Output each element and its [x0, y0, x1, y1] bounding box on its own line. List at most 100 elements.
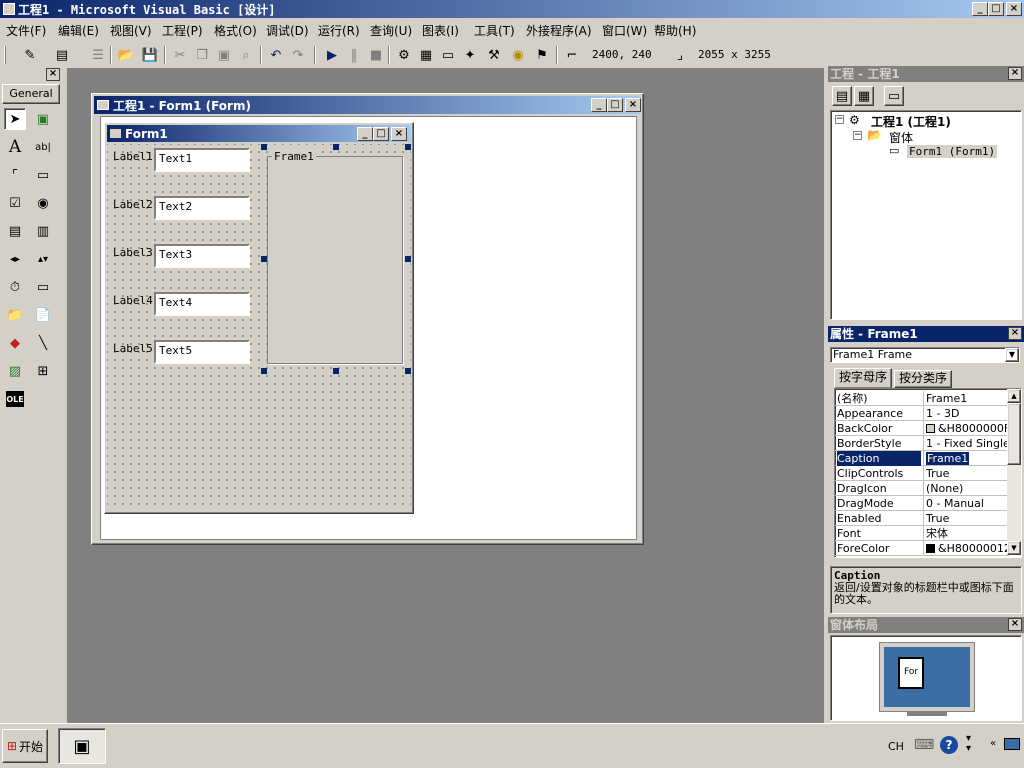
property-row[interactable]: Appearance 1 - 3D — [835, 406, 1009, 421]
property-value[interactable]: True — [923, 466, 1009, 481]
menu-diagram[interactable]: 图表(I) — [422, 22, 459, 39]
maximize-button[interactable]: □ — [988, 2, 1004, 16]
selection-handle-br[interactable] — [405, 368, 411, 374]
menu-query[interactable]: 查询(U) — [370, 22, 412, 39]
drivelistbox-tool-icon[interactable]: ▭ — [32, 276, 54, 298]
form-preview[interactable]: For — [898, 657, 924, 689]
property-scrollbar[interactable]: ▲ ▼ — [1007, 389, 1021, 555]
property-value[interactable]: True — [923, 511, 1009, 526]
add-form-icon[interactable]: ▤ — [52, 45, 72, 65]
text5-textbox[interactable]: Text5 — [154, 340, 250, 364]
properties-window-icon[interactable]: ▦ — [416, 45, 436, 65]
tab-alphabetic[interactable]: 按字母序 — [834, 368, 892, 388]
selection-handle-tr[interactable] — [405, 144, 411, 150]
filelistbox-tool-icon[interactable]: 📄 — [32, 304, 54, 326]
tree-project-root[interactable]: 工程1 (工程1) — [871, 113, 951, 130]
property-row[interactable]: ClipControls True — [835, 466, 1009, 481]
designer-maximize-button[interactable]: □ — [607, 98, 623, 112]
dirlistbox-tool-icon[interactable]: 📁 — [4, 304, 26, 326]
taskbar-app-button[interactable]: ▣ — [58, 728, 106, 764]
property-row[interactable]: DragIcon (None) — [835, 481, 1009, 496]
property-row[interactable]: Font 宋体 — [835, 526, 1009, 541]
pause-icon[interactable]: ‖ — [344, 45, 364, 65]
stop-icon[interactable]: ■ — [366, 45, 386, 65]
tree-expand-icon[interactable]: − — [835, 115, 844, 124]
property-value[interactable]: &H80000012& — [923, 541, 1009, 556]
toolbox-tab-general[interactable]: General — [2, 84, 60, 104]
open-icon[interactable]: 📂 — [116, 45, 136, 65]
label5[interactable]: Label5 — [113, 342, 153, 355]
cut-icon[interactable]: ✂ — [170, 45, 190, 65]
menu-help[interactable]: 帮助(H) — [654, 22, 696, 39]
menu-edit[interactable]: 编辑(E) — [58, 22, 99, 39]
line-tool-icon[interactable]: ╲ — [32, 332, 54, 354]
scroll-up-icon[interactable]: ▲ — [1007, 389, 1021, 403]
menu-project[interactable]: 工程(P) — [162, 22, 203, 39]
property-value[interactable]: 1 - 3D — [923, 406, 1009, 421]
property-row[interactable]: BackColor&H8000000F& — [835, 421, 1009, 436]
chevron-down-icon[interactable]: ▼ — [1005, 348, 1019, 362]
property-row[interactable]: ForeColor&H80000012& — [835, 541, 1009, 556]
add-project-icon[interactable]: ✎ — [20, 45, 40, 65]
start-button[interactable]: ⊞ 开始 — [2, 729, 48, 763]
menu-view[interactable]: 视图(V) — [110, 22, 152, 39]
property-row[interactable]: BorderStyle 1 - Fixed Single — [835, 436, 1009, 451]
designer-minimize-button[interactable]: _ — [591, 98, 607, 112]
toolbox-close-button[interactable]: × — [46, 68, 60, 81]
textbox-tool-icon[interactable]: ab| — [32, 136, 54, 158]
scroll-down-icon[interactable]: ▼ — [1007, 541, 1021, 555]
paste-icon[interactable]: ▣ — [214, 45, 234, 65]
text4-textbox[interactable]: Text4 — [154, 292, 250, 316]
selection-handle-tl[interactable] — [261, 144, 267, 150]
timer-tool-icon[interactable]: ⏱ — [4, 276, 26, 298]
tree-item-form1[interactable]: Form1 (Form1) — [907, 145, 998, 158]
object-selector[interactable]: Frame1 Frame ▼ — [830, 347, 1020, 363]
property-value[interactable]: Frame1 — [923, 451, 1009, 466]
label-tool-icon[interactable]: A — [4, 136, 26, 158]
tree-expand-forms-icon[interactable]: − — [853, 131, 862, 140]
find-icon[interactable]: ⌕ — [236, 45, 256, 65]
selection-handle-ml[interactable] — [261, 256, 267, 262]
run-icon[interactable]: ▶ — [322, 45, 342, 65]
view-object-icon[interactable]: ▦ — [854, 86, 874, 106]
commandbutton-tool-icon[interactable]: ▭ — [32, 164, 54, 186]
menu-tools[interactable]: 工具(T) — [474, 22, 515, 39]
label4[interactable]: Label4 — [113, 294, 153, 307]
optionbutton-tool-icon[interactable]: ◉ — [32, 192, 54, 214]
frame-tool-icon[interactable]: ⌜ — [4, 164, 26, 186]
property-value[interactable]: 宋体 — [923, 526, 1009, 541]
label3[interactable]: Label3 — [113, 246, 153, 259]
menu-window[interactable]: 窗口(W) — [602, 22, 647, 39]
property-value[interactable]: Frame1 — [923, 391, 1009, 406]
caption-value[interactable]: Frame1 — [926, 452, 970, 465]
image-tool-icon[interactable]: ▨ — [4, 360, 26, 382]
menu-debug[interactable]: 调试(D) — [266, 22, 309, 39]
selection-handle-mr[interactable] — [405, 256, 411, 262]
vscrollbar-tool-icon[interactable]: ▴▾ — [32, 248, 54, 270]
property-value[interactable]: 1 - Fixed Single — [923, 436, 1009, 451]
undo-icon[interactable]: ↶ — [266, 45, 286, 65]
selection-handle-bl[interactable] — [261, 368, 267, 374]
toggle-folders-icon[interactable]: ▭ — [884, 86, 904, 106]
property-row[interactable]: DragMode 0 - Manual — [835, 496, 1009, 511]
scroll-thumb[interactable] — [1007, 403, 1021, 465]
pointer-tool-icon[interactable]: ➤ — [4, 108, 26, 130]
form-layout-close-button[interactable]: × — [1008, 618, 1022, 631]
selection-handle-tm[interactable] — [333, 144, 339, 150]
tray-expand-icon[interactable]: « — [990, 738, 996, 749]
component-manager-icon[interactable]: ⚑ — [532, 45, 552, 65]
tab-categorized[interactable]: 按分类序 — [894, 370, 952, 388]
property-value[interactable]: 0 - Manual — [923, 496, 1009, 511]
ole-tool-icon[interactable]: OLE — [6, 391, 24, 407]
minimize-button[interactable]: _ — [972, 2, 988, 16]
form-layout-icon[interactable]: ▭ — [438, 45, 458, 65]
toolbox-icon[interactable]: ⚒ — [484, 45, 504, 65]
text3-textbox[interactable]: Text3 — [154, 244, 250, 268]
help-icon[interactable]: ? — [940, 736, 958, 754]
designer-close-button[interactable]: × — [625, 98, 641, 112]
text2-textbox[interactable]: Text2 — [154, 196, 250, 220]
language-indicator[interactable]: CH — [888, 740, 904, 753]
save-icon[interactable]: 💾 — [140, 45, 160, 65]
project-explorer-icon[interactable]: ⚙ — [394, 45, 414, 65]
label2[interactable]: Label2 — [113, 198, 153, 211]
